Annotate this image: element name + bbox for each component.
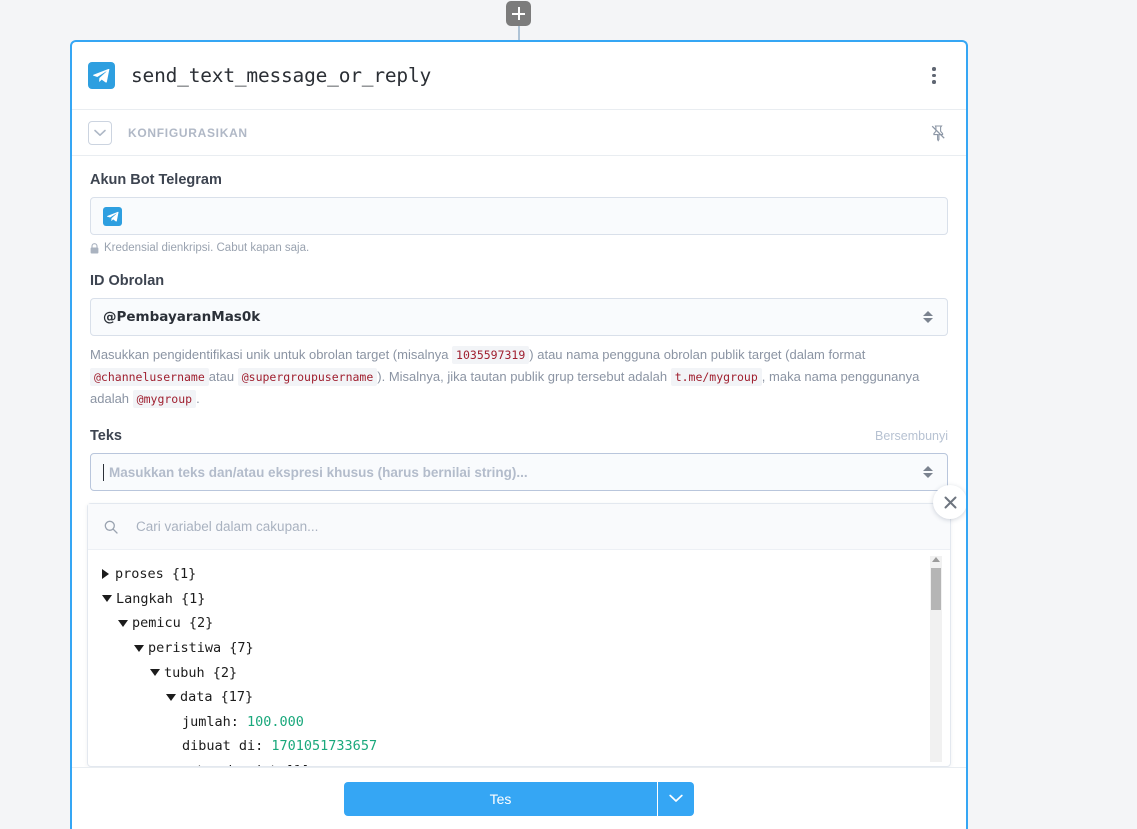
configure-label: KONFIGURASIKAN: [128, 125, 248, 140]
variable-tree-row[interactable]: tanah adat [1]: [88, 759, 950, 766]
card-footer: Tes: [72, 767, 966, 829]
search-icon: [104, 520, 118, 534]
variable-tree-rows: proses {1} Langkah {1} pemicu {2} peristiwa…: [88, 562, 950, 766]
variable-value: 100.000: [238, 713, 304, 730]
variable-key: jumlah:: [182, 713, 239, 730]
test-button-group: Tes: [344, 781, 694, 816]
card-header: send_text_message_or_reply: [72, 42, 966, 110]
variable-tree-row[interactable]: jumlah: 100.000: [88, 710, 950, 735]
arrow-down-icon: [923, 473, 933, 478]
telegram-icon: [88, 62, 115, 89]
chat-id-value: @PembayaranMas0k: [103, 309, 261, 325]
close-icon[interactable]: [933, 485, 966, 519]
chevron-down-icon: [118, 619, 128, 627]
variable-tree-row[interactable]: proses {1}: [88, 562, 950, 587]
variable-tree-row[interactable]: Langkah {1}: [88, 587, 950, 612]
variable-key: pemicu {2}: [132, 615, 214, 632]
variable-tree[interactable]: proses {1} Langkah {1} pemicu {2} peristiwa…: [88, 550, 950, 766]
help-code-2: @channelusername: [90, 368, 209, 386]
configure-bar: KONFIGURASIKAN: [72, 110, 966, 156]
pin-off-icon[interactable]: [928, 123, 948, 143]
kebab-dot-1: [932, 67, 936, 71]
search-input[interactable]: Cari variabel dalam cakupan...: [136, 519, 318, 534]
variable-key: tubuh {2}: [164, 664, 238, 681]
variable-search-row[interactable]: Cari variabel dalam cakupan...: [88, 504, 950, 550]
variable-tree-row[interactable]: tubuh {2}: [88, 660, 950, 685]
help-part-3: atau: [208, 369, 235, 384]
test-dropdown-button[interactable]: [658, 781, 694, 816]
help-part-4: ). Misalnya, jika tautan publik grup ter…: [377, 369, 668, 384]
scroll-up-arrow-icon[interactable]: [932, 557, 940, 562]
text-hidden-badge: Bersembunyi: [875, 429, 948, 443]
step-card: send_text_message_or_reply KONFIGURASIKA…: [70, 40, 968, 829]
chevron-down-icon: [94, 129, 106, 136]
help-code-4: t.me/mygroup: [670, 368, 762, 386]
telegram-icon: [103, 206, 122, 226]
chat-id-select[interactable]: @PembayaranMas0k: [90, 298, 948, 336]
plus-icon-vertical: [517, 7, 520, 20]
variable-tree-row[interactable]: dibuat di: 1701051733657: [88, 734, 950, 759]
arrow-up-icon: [923, 311, 933, 316]
variable-tree-row[interactable]: peristiwa {7}: [88, 636, 950, 661]
select-arrows-icon[interactable]: [923, 466, 933, 478]
variable-key: Langkah {1}: [116, 590, 206, 607]
variable-tree-row[interactable]: pemicu {2}: [88, 611, 950, 636]
variable-tree-row[interactable]: data {17}: [88, 685, 950, 710]
variable-key: proses {1}: [115, 566, 197, 583]
help-part-2: ) atau nama pengguna obrolan publik targ…: [529, 347, 866, 362]
test-button[interactable]: Tes: [344, 781, 658, 816]
help-part-1: Masukkan pengidentifikasi unik untuk obr…: [90, 347, 449, 362]
text-caret: [103, 463, 104, 481]
text-input[interactable]: Masukkan teks dan/atau ekspresi khusus (…: [90, 453, 948, 491]
kebab-dot-2: [932, 73, 936, 78]
chevron-down-icon: [166, 693, 176, 701]
lock-icon: [90, 242, 99, 253]
configure-collapse-toggle[interactable]: [88, 120, 112, 145]
chat-id-field-label: ID Obrolan: [90, 273, 165, 289]
chevron-down-icon: [134, 644, 144, 652]
variable-value: 1701051733657: [263, 738, 378, 755]
page-title: send_text_message_or_reply: [131, 64, 432, 87]
kebab-dot-3: [932, 80, 936, 84]
text-placeholder: Masukkan teks dan/atau ekspresi khusus (…: [109, 464, 528, 480]
card-body: Akun Bot Telegram Kredensial dienkripsi.…: [72, 156, 966, 767]
variable-picker-panel: Cari variabel dalam cakupan... proses {1…: [87, 485, 966, 767]
account-select[interactable]: [90, 197, 948, 235]
add-step-button[interactable]: [506, 1, 531, 26]
account-hint: Kredensial dienkripsi. Cabut kapan saja.: [90, 242, 948, 254]
variable-key: peristiwa {7}: [148, 640, 254, 657]
variable-key: tanah adat [1]: [196, 763, 310, 766]
chevron-down-icon: [150, 669, 160, 677]
tree-scrollbar-thumb[interactable]: [931, 568, 941, 610]
chat-id-help-text: Masukkan pengidentifikasi unik untuk obr…: [90, 344, 948, 410]
account-hint-text: Kredensial dienkripsi. Cabut kapan saja.: [104, 242, 310, 254]
help-code-1: 1035597319: [452, 346, 530, 364]
select-arrows-icon[interactable]: [923, 311, 933, 323]
arrow-down-icon: [923, 318, 933, 323]
variable-key: dibuat di:: [182, 738, 264, 755]
tree-scrollbar[interactable]: [930, 556, 942, 762]
help-code-5: @mygroup: [132, 390, 197, 408]
help-code-3: @supergroupusername: [237, 368, 378, 386]
arrow-up-icon: [923, 466, 933, 471]
canvas-connector-zone: [0, 0, 1137, 40]
chevron-down-icon: [102, 595, 112, 603]
variable-key: data {17}: [180, 689, 254, 706]
text-field-label: Teks: [90, 428, 122, 444]
kebab-menu-icon[interactable]: [924, 65, 944, 87]
account-field-label: Akun Bot Telegram: [90, 172, 222, 188]
help-part-6: .: [196, 391, 200, 406]
chevron-down-icon: [669, 794, 683, 802]
chevron-right-icon: [102, 569, 109, 580]
